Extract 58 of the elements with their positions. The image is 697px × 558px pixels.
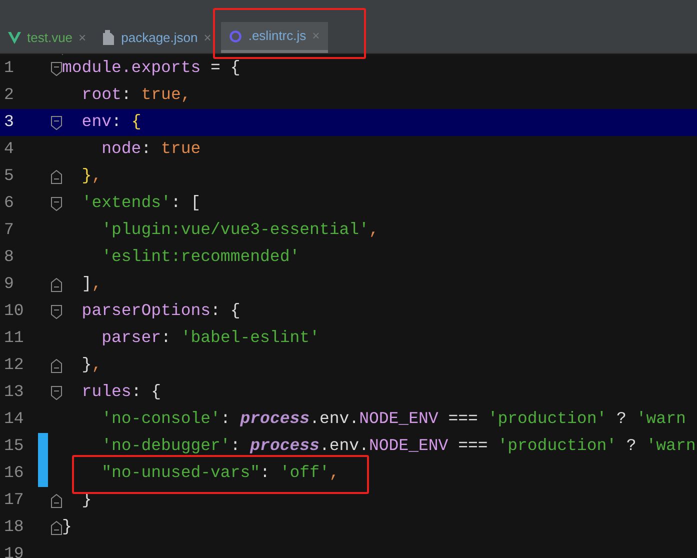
code-text: module.exports = { — [62, 57, 240, 80]
code-text: node: true — [100, 138, 201, 160]
fold-end-icon[interactable] — [50, 520, 62, 534]
line-number: 17 — [3, 489, 25, 512]
code-text: parserOptions: { — [80, 300, 240, 322]
code-text: "no-unused-vars": 'off', — [100, 462, 340, 484]
fold-icon[interactable] — [50, 386, 62, 400]
fold-end-icon[interactable] — [50, 278, 62, 292]
line-number: 7 — [3, 219, 15, 242]
code-text: 'plugin:vue/vue3-essential', — [100, 219, 379, 242]
code-text: ], — [80, 273, 102, 296]
code-text: root: true, — [80, 84, 191, 106]
code-text: 'no-console': process.env.NODE_ENV === 'production' ? 'warn — [100, 408, 686, 430]
v-logo-icon — [8, 32, 21, 44]
line-number: 1 — [3, 57, 15, 80]
line-number: 11 — [3, 327, 25, 350]
line-number: 5 — [3, 165, 15, 188]
line-number: 18 — [3, 516, 25, 538]
line-number: 16 — [3, 462, 25, 484]
line-number: 8 — [3, 246, 15, 268]
line-number: 3 — [3, 111, 15, 134]
fold-icon[interactable] — [50, 116, 62, 130]
code-text: } — [62, 516, 72, 538]
code-text: env: { — [80, 111, 142, 134]
line-number: 19 — [3, 543, 25, 558]
tab-label: .eslintrc.js — [248, 27, 306, 46]
close-icon[interactable]: × — [204, 28, 212, 48]
close-icon[interactable]: × — [312, 26, 320, 46]
fold-icon[interactable] — [50, 62, 62, 76]
code-text: parser: 'babel-eslint' — [100, 327, 320, 350]
line-number: 14 — [3, 408, 25, 430]
editor-tab[interactable]: .eslintrc.js × — [221, 22, 328, 53]
close-icon[interactable]: × — [78, 28, 86, 48]
line-number: 12 — [3, 354, 25, 376]
code-text: 'no-debugger': process.env.NODE_ENV === 'production' ? 'warn — [100, 435, 696, 458]
code-text: 'extends': [ — [80, 192, 201, 214]
line-number: 10 — [3, 300, 25, 322]
code-text: }, — [80, 354, 102, 376]
fold-end-icon[interactable] — [50, 358, 62, 372]
line-number: 13 — [3, 381, 25, 404]
line-number: 2 — [3, 84, 15, 106]
fold-end-icon[interactable] — [50, 170, 62, 184]
line-number: 6 — [3, 192, 15, 214]
fold-icon[interactable] — [50, 196, 62, 210]
ring-icon — [229, 30, 242, 42]
package-icon — [102, 30, 116, 45]
line-number: 4 — [3, 138, 15, 160]
code-text: }, — [80, 165, 102, 188]
line-number: 15 — [3, 435, 25, 458]
tab-label: package.json — [121, 28, 198, 47]
fold-end-icon[interactable] — [50, 494, 62, 508]
code-text: 'eslint:recommended' — [100, 246, 300, 268]
fold-icon[interactable] — [50, 304, 62, 318]
code-text: rules: { — [80, 381, 162, 404]
tab-label: test.vue — [27, 28, 73, 47]
line-number: 9 — [3, 273, 15, 296]
editor-tab[interactable]: package.json × — [94, 22, 220, 53]
editor-tab[interactable]: test.vue × — [0, 22, 94, 53]
